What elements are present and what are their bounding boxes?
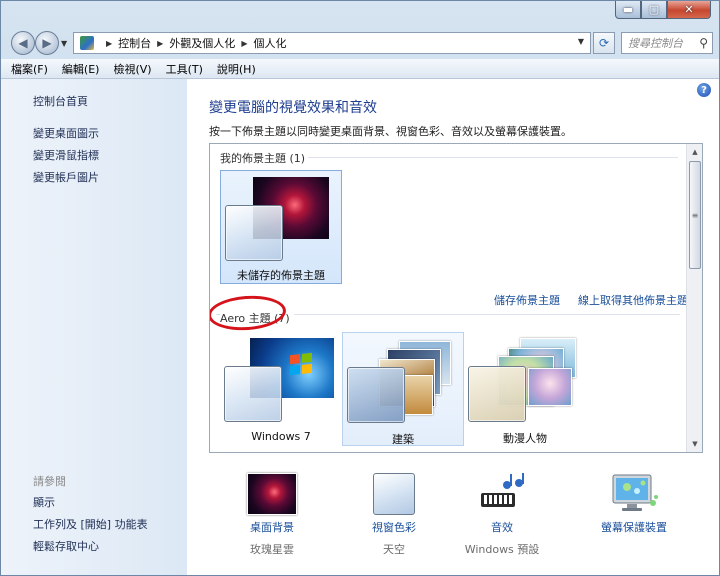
menu-help[interactable]: 說明(H): [217, 61, 256, 77]
maximize-button[interactable]: ▢: [641, 1, 667, 19]
window-color-label: 視窗色彩: [372, 521, 416, 534]
screensaver-icon: [612, 474, 658, 511]
content-area: 控制台首頁 變更桌面圖示 變更滑鼠指標 變更帳戶圖片 請參閱 顯示 工作列及 […: [1, 79, 719, 575]
breadcrumb-appearance[interactable]: 外觀及個人化: [169, 35, 235, 51]
menu-file[interactable]: 檔案(F): [11, 61, 48, 77]
red-annotation-circle: [210, 293, 288, 333]
scroll-down-icon[interactable]: ▼: [687, 436, 702, 452]
window-color-value: 天空: [383, 543, 405, 556]
theme-list-scrollbar[interactable]: ▲ ≡ ▼: [686, 144, 702, 452]
sounds-value: Windows 預設: [464, 543, 540, 556]
search-placeholder: 搜尋控制台: [628, 37, 683, 50]
characters-thumbnail: [528, 368, 572, 406]
search-icon[interactable]: ⚲: [699, 36, 708, 50]
breadcrumb-chevron-icon[interactable]: ▶: [241, 39, 247, 48]
theme-label: 動漫人物: [503, 432, 547, 445]
window-color-icon: [373, 473, 415, 515]
group-divider: [308, 157, 678, 158]
forward-button[interactable]: ▶: [35, 31, 59, 55]
close-icon: ✕: [684, 3, 694, 16]
theme-unsaved[interactable]: 未儲存的佈景主題: [220, 170, 342, 284]
window-glass-preview: [225, 205, 283, 261]
window-glass-preview: [347, 367, 405, 423]
navigation-bar: ◀ ▶ ▼ ▶ 控制台 ▶ 外觀及個人化 ▶ 個人化 ▼ ⟳ 搜尋控制台 ⚲: [1, 27, 719, 59]
search-input[interactable]: 搜尋控制台 ⚲: [621, 32, 713, 54]
theme-architecture[interactable]: 建築: [342, 332, 464, 446]
theme-windows-7[interactable]: Windows 7: [220, 332, 342, 446]
see-also-taskbar[interactable]: 工作列及 [開始] 功能表: [33, 516, 148, 532]
refresh-button[interactable]: ⟳: [593, 32, 615, 54]
control-panel-icon: [80, 36, 94, 50]
minimize-icon: ▬: [622, 3, 634, 16]
breadcrumb-personalization[interactable]: 個人化: [253, 35, 286, 51]
theme-label: 建築: [392, 433, 414, 446]
menu-bar: 檔案(F) 編輯(E) 檢視(V) 工具(T) 說明(H): [1, 59, 719, 79]
breadcrumb-control-panel[interactable]: 控制台: [118, 35, 151, 51]
scrollbar-thumb[interactable]: ≡: [689, 161, 701, 269]
help-icon[interactable]: ?: [697, 83, 711, 97]
refresh-icon: ⟳: [598, 36, 610, 50]
see-also-title: 請參閱: [33, 475, 66, 488]
minimize-button[interactable]: ▬: [615, 1, 641, 19]
title-bar[interactable]: ▬ ▢ ✕: [1, 1, 719, 27]
main-panel: ? 變更電腦的視覺效果和音效 按一下佈景主題以同時變更桌面背景、視窗色彩、音效以…: [187, 79, 719, 575]
sidebar-link-control-panel-home[interactable]: 控制台首頁: [33, 93, 88, 109]
theme-label: Windows 7: [251, 430, 311, 443]
desktop-background-label: 桌面背景: [250, 521, 294, 534]
menu-tools[interactable]: 工具(T): [166, 61, 203, 77]
sounds-button[interactable]: 音效 Windows 預設: [447, 473, 557, 557]
save-theme-link[interactable]: 儲存佈景主題: [494, 292, 560, 308]
screensaver-button[interactable]: 螢幕保護裝置: [579, 473, 689, 535]
scroll-up-icon[interactable]: ▲: [687, 144, 702, 160]
back-button[interactable]: ◀: [11, 31, 35, 55]
my-themes-title: 我的佈景主題 (1): [220, 152, 306, 165]
task-pane: 控制台首頁 變更桌面圖示 變更滑鼠指標 變更帳戶圖片 請參閱 顯示 工作列及 […: [1, 79, 187, 575]
theme-list: 我的佈景主題 (1) 未儲存的佈景主題 儲存佈景主題 線上取得其他佈景主題 Ae…: [209, 143, 703, 453]
forward-arrow-icon: ▶: [42, 36, 52, 50]
close-button[interactable]: ✕: [667, 1, 711, 19]
see-also-display[interactable]: 顯示: [33, 494, 55, 510]
address-dropdown-icon[interactable]: ▼: [578, 37, 584, 46]
sidebar-link-mouse-pointers[interactable]: 變更滑鼠指標: [33, 147, 99, 163]
maximize-icon: ▢: [648, 3, 660, 16]
window-glass-preview: [224, 366, 282, 422]
personalization-window: ▬ ▢ ✕ ◀ ▶ ▼ ▶ 控制台 ▶ 外觀及個人化 ▶ 個人化 ▼ ⟳ 搜尋控…: [0, 0, 720, 576]
desktop-background-button[interactable]: 桌面背景 玫瑰星雲: [217, 473, 327, 557]
desktop-background-value: 玫瑰星雲: [250, 543, 294, 556]
menu-edit[interactable]: 編輯(E): [62, 61, 100, 77]
windows-logo-icon: [290, 352, 312, 376]
address-bar[interactable]: ▶ 控制台 ▶ 外觀及個人化 ▶ 個人化 ▼: [73, 32, 591, 54]
sidebar-link-desktop-icons[interactable]: 變更桌面圖示: [33, 125, 99, 141]
sidebar-link-account-picture[interactable]: 變更帳戶圖片: [33, 169, 99, 185]
window-color-button[interactable]: 視窗色彩 天空: [339, 473, 449, 557]
get-more-themes-link[interactable]: 線上取得其他佈景主題: [578, 292, 688, 308]
back-arrow-icon: ◀: [18, 36, 28, 50]
breadcrumb-chevron-icon[interactable]: ▶: [157, 39, 163, 48]
theme-characters[interactable]: 動漫人物: [464, 332, 586, 446]
recent-pages-dropdown-icon[interactable]: ▼: [61, 39, 67, 48]
window-controls: ▬ ▢ ✕: [615, 1, 711, 19]
window-glass-preview: [468, 366, 526, 422]
page-title: 變更電腦的視覺效果和音效: [209, 100, 377, 116]
breadcrumb: ▶ 控制台 ▶ 外觀及個人化 ▶ 個人化: [100, 35, 286, 51]
breadcrumb-chevron-icon[interactable]: ▶: [106, 39, 112, 48]
sounds-icon: [481, 473, 524, 507]
menu-view[interactable]: 檢視(V): [113, 61, 151, 77]
architecture-thumbnail: [403, 375, 433, 415]
desktop-background-icon: [247, 473, 297, 515]
theme-label: 未儲存的佈景主題: [237, 269, 325, 282]
page-description: 按一下佈景主題以同時變更桌面背景、視窗色彩、音效以及螢幕保護裝置。: [209, 125, 572, 138]
theme-actions: 儲存佈景主題 線上取得其他佈景主題: [494, 292, 688, 308]
screensaver-label: 螢幕保護裝置: [601, 521, 667, 534]
see-also-ease-of-access[interactable]: 輕鬆存取中心: [33, 538, 99, 554]
sounds-label: 音效: [491, 521, 513, 534]
